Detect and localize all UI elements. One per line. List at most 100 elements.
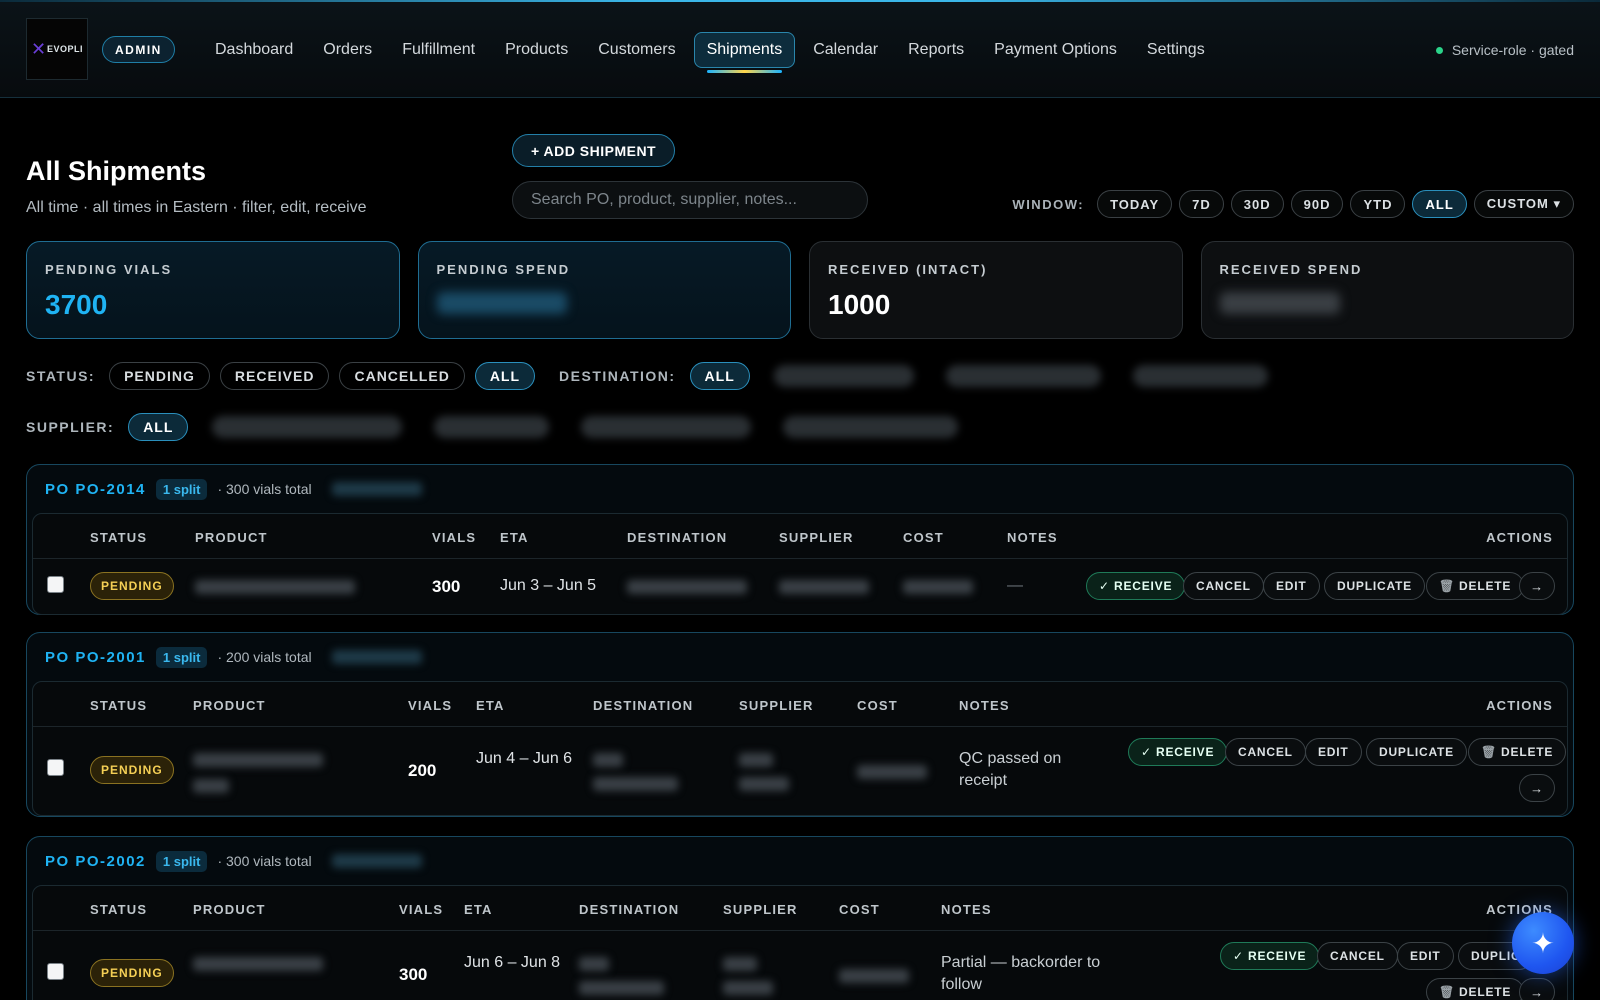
- delete-button[interactable]: 🗑 DELETE: [1426, 572, 1525, 600]
- status-filter-all[interactable]: ALL: [474, 362, 536, 390]
- destination-redacted: [627, 580, 747, 594]
- nav-items: Dashboard Orders Fulfillment Products Cu…: [200, 32, 1220, 73]
- duplicate-button[interactable]: DUPLICATE: [1324, 572, 1425, 600]
- col-eta: ETA: [500, 530, 529, 545]
- stat-value-redacted: [436, 289, 773, 321]
- supplier-redacted: [779, 580, 869, 594]
- delete-label: DELETE: [1459, 579, 1512, 593]
- trash-icon: 🗑: [1439, 985, 1456, 999]
- nav-item-reports[interactable]: Reports: [893, 32, 979, 68]
- page-title: All Shipments: [26, 156, 207, 186]
- supplier-filter-all[interactable]: ALL: [128, 413, 189, 441]
- brand-logo[interactable]: ✕ EVOPLI: [26, 18, 88, 80]
- col-vials: VIALS: [408, 698, 453, 713]
- supplier-filter-option[interactable]: [783, 416, 959, 438]
- add-shipment-button[interactable]: + ADD SHIPMENT: [512, 134, 676, 167]
- nav-item-dashboard[interactable]: Dashboard: [200, 32, 308, 68]
- stat-label: PENDING SPEND: [436, 262, 571, 277]
- col-supplier: SUPPLIER: [779, 530, 854, 545]
- time-window-filter: WINDOW: TODAY 7D 30D 90D YTD ALL CUSTOM …: [1012, 190, 1574, 218]
- window-label: WINDOW:: [1012, 196, 1085, 212]
- window-30d[interactable]: 30D: [1230, 190, 1284, 218]
- vials-count: 300: [432, 577, 461, 596]
- cost-redacted: [857, 765, 927, 779]
- destination-filter-option[interactable]: [945, 365, 1101, 387]
- destination-filter-option[interactable]: [1132, 365, 1268, 387]
- duplicate-button[interactable]: DUPLICATE: [1366, 738, 1467, 766]
- destination-filter-option[interactable]: [773, 365, 914, 387]
- po-id[interactable]: PO PO-2014: [45, 481, 146, 498]
- cancel-button[interactable]: CANCEL: [1183, 572, 1264, 600]
- status-filter-cancelled[interactable]: CANCELLED: [339, 362, 465, 390]
- stat-label: RECEIVED (INTACT): [828, 262, 988, 277]
- delete-button[interactable]: 🗑 DELETE: [1426, 978, 1525, 1000]
- edit-button[interactable]: EDIT: [1263, 572, 1320, 600]
- supplier-filter-option[interactable]: [581, 416, 752, 438]
- nav-item-settings[interactable]: Settings: [1132, 32, 1220, 68]
- window-all[interactable]: ALL: [1412, 190, 1467, 218]
- col-notes: NOTES: [941, 902, 992, 917]
- window-custom-dropdown[interactable]: CUSTOM ▾: [1473, 190, 1574, 218]
- destination-redacted: [593, 777, 678, 791]
- supplier-redacted: [723, 981, 773, 995]
- destination-filter-all[interactable]: ALL: [689, 362, 750, 390]
- stat-received-intact: RECEIVED (INTACT) 1000: [809, 241, 1183, 339]
- col-status: STATUS: [90, 698, 148, 713]
- table-row: PENDING 300 Jun 6 – Jun 8 Partial — back…: [33, 931, 1567, 1000]
- nav-item-products[interactable]: Products: [490, 32, 583, 68]
- po-table: STATUS PRODUCT VIALS ETA DESTINATION SUP…: [32, 885, 1568, 1000]
- nav-item-fulfillment[interactable]: Fulfillment: [387, 32, 490, 68]
- po-meta: · 200 vials total: [217, 649, 312, 665]
- col-cost: COST: [903, 530, 944, 545]
- nav-item-shipments[interactable]: Shipments: [693, 32, 796, 73]
- stat-value: 3700: [45, 289, 108, 320]
- receive-button[interactable]: ✓ RECEIVE: [1128, 738, 1228, 766]
- row-checkbox[interactable]: [47, 963, 64, 980]
- nav-item-calendar[interactable]: Calendar: [798, 32, 893, 68]
- destination-filter-label: DESTINATION:: [559, 368, 676, 384]
- search-input[interactable]: [512, 181, 868, 219]
- nav-item-payment-options[interactable]: Payment Options: [979, 32, 1132, 68]
- window-today[interactable]: TODAY: [1097, 190, 1173, 218]
- edit-button[interactable]: EDIT: [1305, 738, 1362, 766]
- assistant-fab-button[interactable]: ✦: [1512, 912, 1574, 974]
- service-status: Service-role · gated: [1435, 42, 1574, 58]
- status-badge: PENDING: [90, 756, 174, 784]
- open-arrow-button[interactable]: →: [1519, 978, 1555, 1000]
- row-checkbox[interactable]: [47, 759, 64, 776]
- edit-button[interactable]: EDIT: [1397, 942, 1454, 970]
- po-meta: · 300 vials total: [217, 481, 312, 497]
- destination-redacted: [593, 753, 623, 767]
- open-arrow-button[interactable]: →: [1519, 774, 1555, 802]
- po-header: PO PO-2014 1 split · 300 vials total: [27, 465, 1573, 513]
- receive-button[interactable]: ✓ RECEIVE: [1220, 942, 1320, 970]
- stat-received-spend: RECEIVED SPEND: [1200, 241, 1574, 339]
- cancel-button[interactable]: CANCEL: [1225, 738, 1306, 766]
- po-id[interactable]: PO PO-2002: [45, 853, 146, 870]
- status-filter-label: STATUS:: [26, 368, 96, 384]
- product-redacted: [193, 779, 229, 793]
- receive-button[interactable]: ✓ RECEIVE: [1086, 572, 1186, 600]
- po-id[interactable]: PO PO-2001: [45, 649, 146, 666]
- col-vials: VIALS: [399, 902, 444, 917]
- page-subtitle: All time · all times in Eastern · filter…: [26, 199, 367, 216]
- notes-text: QC passed on receipt: [959, 750, 1062, 789]
- status-filter-pending[interactable]: PENDING: [109, 362, 210, 390]
- window-7d[interactable]: 7D: [1179, 190, 1224, 218]
- nav-item-orders[interactable]: Orders: [308, 32, 387, 68]
- open-arrow-button[interactable]: →: [1519, 572, 1555, 600]
- row-checkbox[interactable]: [47, 576, 64, 593]
- stats-cards: PENDING VIALS 3700 PENDING SPEND RECEIVE…: [26, 241, 1574, 339]
- status-filter-received[interactable]: RECEIVED: [219, 362, 330, 390]
- nav-item-customers[interactable]: Customers: [583, 32, 690, 68]
- supplier-filter-option[interactable]: [212, 416, 403, 438]
- table-row: PENDING 300 Jun 3 – Jun 5 — ✓ RECEIVE CA…: [33, 559, 1567, 614]
- supplier-filter-option[interactable]: [434, 416, 550, 438]
- window-ytd[interactable]: YTD: [1350, 190, 1406, 218]
- po-group: PO PO-2014 1 split · 300 vials total STA…: [26, 464, 1574, 615]
- delete-button[interactable]: 🗑 DELETE: [1468, 738, 1567, 766]
- cancel-button[interactable]: CANCEL: [1317, 942, 1398, 970]
- window-90d[interactable]: 90D: [1290, 190, 1344, 218]
- status-badge: PENDING: [90, 572, 174, 600]
- trash-icon: 🗑: [1481, 745, 1498, 759]
